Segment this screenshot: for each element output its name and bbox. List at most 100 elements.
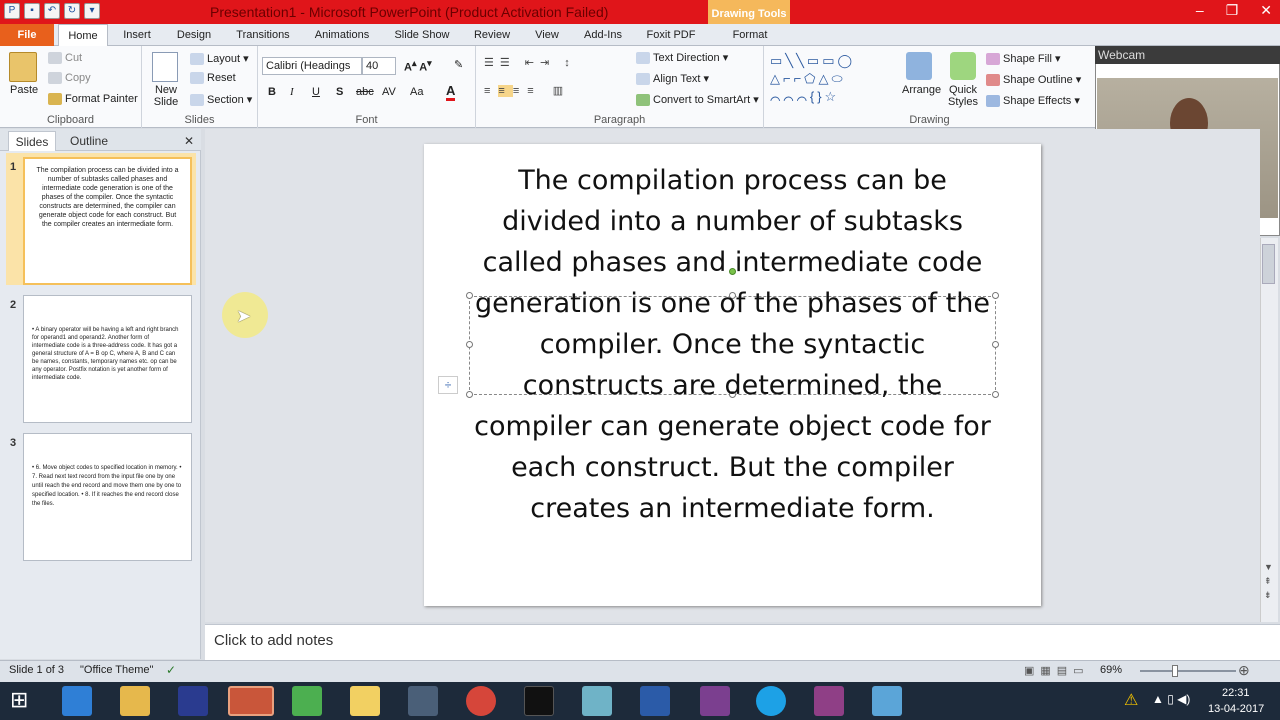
paste-button[interactable]: Paste bbox=[10, 84, 38, 96]
zoom-level[interactable]: 69% bbox=[1100, 664, 1122, 676]
quick-styles-icon[interactable] bbox=[950, 52, 976, 80]
undo-icon[interactable]: ↶ bbox=[44, 3, 60, 19]
drawing-group: ▭╲╲▭▭◯ △⌐⌐⬠△⬭ ⌒⌒⌒{}☆ Arrange Quick Style… bbox=[764, 46, 1095, 128]
terminal-icon[interactable] bbox=[524, 686, 554, 716]
minimize-icon[interactable]: – bbox=[1196, 2, 1204, 19]
cut-button[interactable]: Cut bbox=[48, 52, 82, 65]
shadow-button[interactable]: S bbox=[336, 86, 343, 98]
grow-font-icon[interactable]: A▴ A▾ bbox=[404, 58, 432, 74]
start-icon[interactable]: ⊞ bbox=[10, 687, 28, 713]
tab-file[interactable]: File bbox=[0, 24, 54, 46]
theme-name: "Office Theme" bbox=[80, 664, 154, 676]
tab-insert[interactable]: Insert bbox=[122, 24, 152, 46]
list-buttons-icon[interactable]: ☰☰ ⇤⇥ ↕ bbox=[484, 56, 576, 69]
scrollbar-thumb[interactable] bbox=[1262, 244, 1275, 284]
font-color-button[interactable]: A bbox=[446, 84, 456, 101]
quick-styles-button[interactable]: Quick Styles bbox=[946, 84, 980, 108]
tab-outline-pane[interactable]: Outline bbox=[64, 131, 114, 151]
shape-outline-button[interactable]: Shape Outline ▾ bbox=[986, 73, 1081, 87]
align-text-button[interactable]: Align Text ▾ bbox=[636, 72, 709, 86]
font-size-select[interactable]: 40 bbox=[362, 57, 396, 75]
zoom-slider-thumb[interactable] bbox=[1172, 665, 1178, 677]
strikethrough-button[interactable]: abc bbox=[356, 86, 374, 98]
close-icon[interactable]: ✕ bbox=[1260, 2, 1272, 19]
quick-access-toolbar: P ▪ ↶ ↻ ▾ bbox=[4, 3, 100, 19]
file-explorer-icon[interactable] bbox=[120, 686, 150, 716]
internet-explorer-icon[interactable] bbox=[62, 686, 92, 716]
close-pane-icon[interactable]: ✕ bbox=[184, 131, 194, 151]
warning-icon[interactable]: ⚠ bbox=[1124, 690, 1138, 710]
shape-effects-button[interactable]: Shape Effects ▾ bbox=[986, 94, 1080, 108]
slide-body-text[interactable]: The compilation process can be divided i… bbox=[470, 160, 995, 529]
new-slide-button[interactable]: New Slide bbox=[150, 84, 182, 108]
shape-fill-button[interactable]: Shape Fill ▾ bbox=[986, 52, 1061, 66]
tab-slides-pane[interactable]: Slides bbox=[8, 131, 56, 151]
reset-button[interactable]: Reset bbox=[190, 72, 236, 85]
meeting-app-icon-2[interactable] bbox=[814, 686, 844, 716]
clock-time[interactable]: 22:31 bbox=[1222, 687, 1250, 699]
meeting-app-icon[interactable] bbox=[700, 686, 730, 716]
excel-app-icon[interactable] bbox=[292, 686, 322, 716]
view-buttons-icon[interactable]: ▣▦▤▭ bbox=[1024, 664, 1090, 677]
smartart-button[interactable]: Convert to SmartArt ▾ bbox=[636, 93, 759, 107]
tab-home[interactable]: Home bbox=[58, 24, 108, 46]
notes-pane[interactable] bbox=[205, 624, 1280, 660]
bold-button[interactable]: B bbox=[268, 86, 276, 98]
customize-qat-icon[interactable]: ▾ bbox=[84, 3, 100, 19]
format-painter-button[interactable]: Format Painter bbox=[48, 93, 138, 106]
text-direction-button[interactable]: Text Direction ▾ bbox=[636, 51, 728, 65]
autofit-options-icon[interactable]: ÷ bbox=[438, 376, 458, 394]
tab-review[interactable]: Review bbox=[473, 24, 511, 46]
clock-date[interactable]: 13-04-2017 bbox=[1208, 703, 1264, 715]
chrome-icon[interactable] bbox=[466, 686, 496, 716]
new-slide-icon[interactable] bbox=[152, 52, 178, 82]
zoom-slider[interactable] bbox=[1140, 670, 1236, 672]
app-icon[interactable] bbox=[582, 686, 612, 716]
slide-thumbnail-2[interactable]: • A binary operator will be having a lef… bbox=[23, 295, 192, 423]
sql-app-icon[interactable] bbox=[408, 686, 438, 716]
tab-transitions[interactable]: Transitions bbox=[235, 24, 291, 46]
slide-thumbnail-3[interactable]: • 6. Move object codes to specified loca… bbox=[23, 433, 192, 561]
redo-icon[interactable]: ↻ bbox=[64, 3, 80, 19]
font-name-select[interactable]: Calibri (Headings bbox=[262, 57, 362, 75]
powerpoint-icon[interactable]: P bbox=[4, 3, 20, 19]
arrange-icon[interactable] bbox=[906, 52, 932, 80]
shapes-gallery[interactable]: ▭╲╲▭▭◯ △⌐⌐⬠△⬭ ⌒⌒⌒{}☆ bbox=[770, 52, 894, 108]
tab-format[interactable]: Format bbox=[730, 24, 770, 46]
tab-add-ins[interactable]: Add-Ins bbox=[583, 24, 623, 46]
char-spacing-button[interactable]: AV bbox=[382, 86, 396, 98]
virtualbox-icon[interactable] bbox=[872, 686, 902, 716]
slide-thumbnail-1[interactable]: The compilation process can be divided i… bbox=[23, 157, 192, 285]
tab-slide-show[interactable]: Slide Show bbox=[394, 24, 450, 46]
tray-icons[interactable]: ▲ ▯ ◀) bbox=[1152, 692, 1190, 706]
scroll-arrows-icon[interactable]: ▼ ⇞ ⇟ bbox=[1264, 560, 1273, 602]
media-app-icon[interactable] bbox=[178, 686, 208, 716]
spellcheck-icon[interactable]: ✓ bbox=[166, 663, 176, 677]
italic-button[interactable]: I bbox=[290, 86, 294, 98]
notes-app-icon[interactable] bbox=[350, 686, 380, 716]
skype-icon[interactable] bbox=[756, 686, 786, 716]
drawing-tools-context-label: Drawing Tools bbox=[708, 0, 790, 24]
clipboard-label: Clipboard bbox=[46, 114, 95, 126]
tab-animations[interactable]: Animations bbox=[314, 24, 370, 46]
title-bar bbox=[0, 0, 1280, 24]
tab-foxit-pdf[interactable]: Foxit PDF bbox=[646, 24, 696, 46]
change-case-button[interactable]: Aa bbox=[410, 86, 423, 98]
paste-icon[interactable] bbox=[9, 52, 37, 82]
layout-button[interactable]: Layout ▾ bbox=[190, 52, 249, 66]
alignment-buttons-icon[interactable]: ≡≡≡≡ ▥ bbox=[484, 84, 571, 97]
zoom-in-icon[interactable]: ⊕ bbox=[1238, 662, 1250, 679]
underline-button[interactable]: U bbox=[312, 86, 320, 98]
mouse-pointer-icon: ➤ bbox=[236, 306, 252, 326]
section-button[interactable]: Section ▾ bbox=[190, 93, 252, 107]
save-icon[interactable]: ▪ bbox=[24, 3, 40, 19]
copy-button[interactable]: Copy bbox=[48, 72, 91, 85]
tab-view[interactable]: View bbox=[532, 24, 562, 46]
word-icon[interactable] bbox=[640, 686, 670, 716]
powerpoint-taskbar-icon[interactable] bbox=[228, 686, 274, 716]
maximize-icon[interactable]: ❐ bbox=[1226, 2, 1239, 19]
reset-icon bbox=[190, 72, 204, 85]
clear-format-icon[interactable]: ✎ bbox=[454, 58, 463, 71]
tab-design[interactable]: Design bbox=[176, 24, 212, 46]
arrange-button[interactable]: Arrange bbox=[902, 84, 941, 96]
